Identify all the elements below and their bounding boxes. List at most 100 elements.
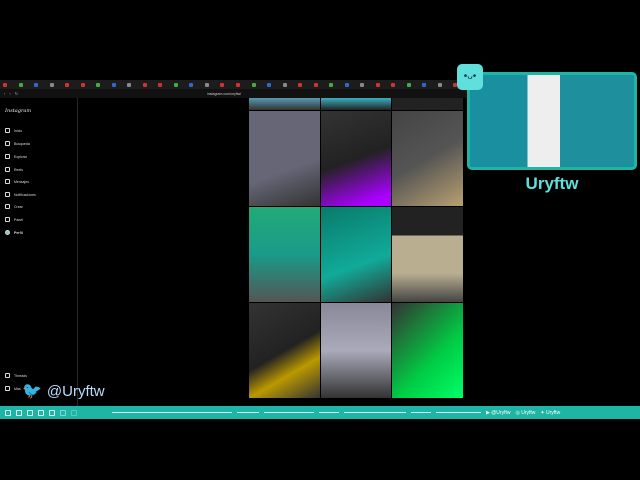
browser-tab[interactable] bbox=[235, 81, 250, 88]
sidebar-item-label: Notificaciones bbox=[14, 192, 36, 197]
icon bbox=[60, 409, 66, 416]
sidebar-item-notificaciones[interactable]: Notificaciones bbox=[5, 192, 36, 197]
sidebar-item-perfil[interactable]: Perfil bbox=[5, 230, 23, 235]
icon bbox=[5, 409, 11, 416]
menu-icon bbox=[5, 386, 10, 391]
browser-tab[interactable] bbox=[391, 81, 405, 88]
divider bbox=[237, 412, 259, 413]
icon bbox=[38, 409, 44, 416]
messenger-icon bbox=[5, 179, 10, 184]
tab-favicon-icon bbox=[220, 82, 225, 87]
stream-bottom-bar: ▶ @Uryftw ◎ Uryftw ✦ Uryftw bbox=[0, 406, 640, 419]
post-thumbnail[interactable] bbox=[320, 111, 392, 206]
tab-favicon-icon bbox=[282, 82, 287, 87]
browser-tab[interactable] bbox=[313, 81, 328, 88]
browser-tab[interactable] bbox=[251, 81, 266, 88]
sidebar-item-bottom[interactable]: Threads bbox=[5, 373, 27, 378]
browser-tab[interactable] bbox=[3, 81, 17, 88]
sidebar-item-label: Panel bbox=[14, 217, 23, 222]
compass-icon bbox=[5, 154, 10, 159]
icon bbox=[27, 409, 33, 416]
forward-icon[interactable]: › bbox=[9, 91, 10, 96]
post-thumbnail[interactable] bbox=[392, 303, 463, 398]
icon bbox=[71, 409, 77, 416]
streamer-name: Uryftw bbox=[525, 174, 579, 193]
threads-icon bbox=[5, 373, 10, 378]
reload-icon[interactable]: ↻ bbox=[15, 91, 18, 96]
browser-tab[interactable] bbox=[422, 81, 436, 88]
browser-tab[interactable] bbox=[375, 81, 390, 88]
browser-tab[interactable] bbox=[204, 81, 219, 88]
address-bar[interactable]: ‹ › ↻ instagram.com/uryftw/ bbox=[0, 89, 470, 98]
sidebar-item-label: Crear bbox=[14, 204, 23, 209]
tab-favicon-icon bbox=[80, 82, 85, 87]
tab-favicon-icon bbox=[111, 82, 116, 87]
browser-tab[interactable] bbox=[65, 81, 79, 88]
keycap-mascot-icon: •ᴗ• bbox=[457, 64, 483, 90]
tab-favicon-icon bbox=[235, 82, 240, 87]
post-thumbnail[interactable] bbox=[320, 303, 392, 398]
post-thumbnail[interactable] bbox=[320, 207, 392, 302]
sidebar-item-crear[interactable]: Crear bbox=[5, 204, 23, 209]
browser-tab[interactable] bbox=[189, 81, 203, 88]
tab-favicon-icon bbox=[49, 82, 54, 87]
tab-favicon-icon bbox=[204, 82, 209, 87]
sidebar-item-label: Reels bbox=[14, 167, 23, 172]
twitter-overlay: 🐦 @Uryftw bbox=[22, 381, 105, 401]
browser-tab[interactable] bbox=[267, 81, 281, 88]
browser-tab[interactable] bbox=[282, 81, 297, 88]
browser-tab[interactable] bbox=[18, 81, 33, 88]
post-thumbnail[interactable] bbox=[392, 98, 463, 110]
url-text[interactable]: instagram.com/uryftw/ bbox=[207, 92, 241, 96]
post-thumbnail[interactable] bbox=[392, 111, 463, 206]
browser-tab[interactable] bbox=[360, 81, 374, 88]
plus-icon bbox=[5, 204, 10, 209]
browser-tab[interactable] bbox=[127, 81, 141, 88]
sidebar-item-panel[interactable]: Panel bbox=[5, 217, 23, 222]
browser-tab[interactable] bbox=[34, 81, 48, 88]
browser-tab[interactable] bbox=[142, 81, 157, 88]
sidebar-item-label: Inicio bbox=[14, 128, 23, 133]
browser-tab[interactable] bbox=[158, 81, 172, 88]
browser-tab[interactable] bbox=[173, 81, 188, 88]
youtube-text: @Uryftw bbox=[491, 409, 511, 416]
tab-favicon-icon bbox=[329, 82, 334, 87]
browser-tab[interactable] bbox=[344, 81, 359, 88]
browser-tab[interactable] bbox=[80, 81, 95, 88]
post-thumbnail[interactable] bbox=[249, 207, 320, 302]
tab-favicon-icon bbox=[267, 82, 272, 87]
tab-favicon-icon bbox=[344, 82, 349, 87]
icon bbox=[16, 409, 22, 416]
post-thumbnail[interactable] bbox=[392, 207, 463, 302]
instagram-logo[interactable]: Instagram bbox=[5, 108, 31, 114]
sidebar-item-bottom[interactable]: Más bbox=[5, 386, 21, 391]
post-thumbnail[interactable] bbox=[320, 98, 392, 110]
browser-tab[interactable] bbox=[49, 81, 64, 88]
back-icon[interactable]: ‹ bbox=[4, 91, 5, 96]
instagram-text: Uryftw bbox=[521, 409, 536, 416]
post-thumbnail[interactable] bbox=[249, 98, 320, 110]
tab-favicon-icon bbox=[375, 82, 380, 87]
avatar-icon bbox=[5, 230, 10, 235]
sidebar-item-label: Perfil bbox=[14, 230, 23, 235]
tab-favicon-icon bbox=[313, 82, 318, 87]
browser-tab[interactable] bbox=[220, 81, 234, 88]
sidebar-item-búsqueda[interactable]: Búsqueda bbox=[5, 141, 30, 146]
sidebar-item-reels[interactable]: Reels bbox=[5, 167, 23, 172]
sidebar-item-mensajes[interactable]: Mensajes bbox=[5, 179, 29, 184]
browser-tab[interactable] bbox=[406, 81, 421, 88]
browser-tab[interactable] bbox=[298, 81, 312, 88]
post-thumbnail[interactable] bbox=[249, 303, 320, 398]
divider bbox=[344, 412, 406, 413]
browser-tab[interactable] bbox=[96, 81, 110, 88]
browser-tab[interactable] bbox=[329, 81, 343, 88]
post-thumbnail[interactable] bbox=[249, 111, 320, 206]
sidebar-item-inicio[interactable]: Inicio bbox=[5, 128, 22, 133]
reels-icon bbox=[5, 167, 10, 172]
sidebar-item-explorar[interactable]: Explorar bbox=[5, 154, 27, 159]
browser-tab[interactable] bbox=[437, 81, 452, 88]
browser-tab[interactable] bbox=[111, 81, 126, 88]
tab-favicon-icon bbox=[18, 82, 23, 87]
tab-favicon-icon bbox=[251, 82, 256, 87]
divider bbox=[319, 412, 339, 413]
